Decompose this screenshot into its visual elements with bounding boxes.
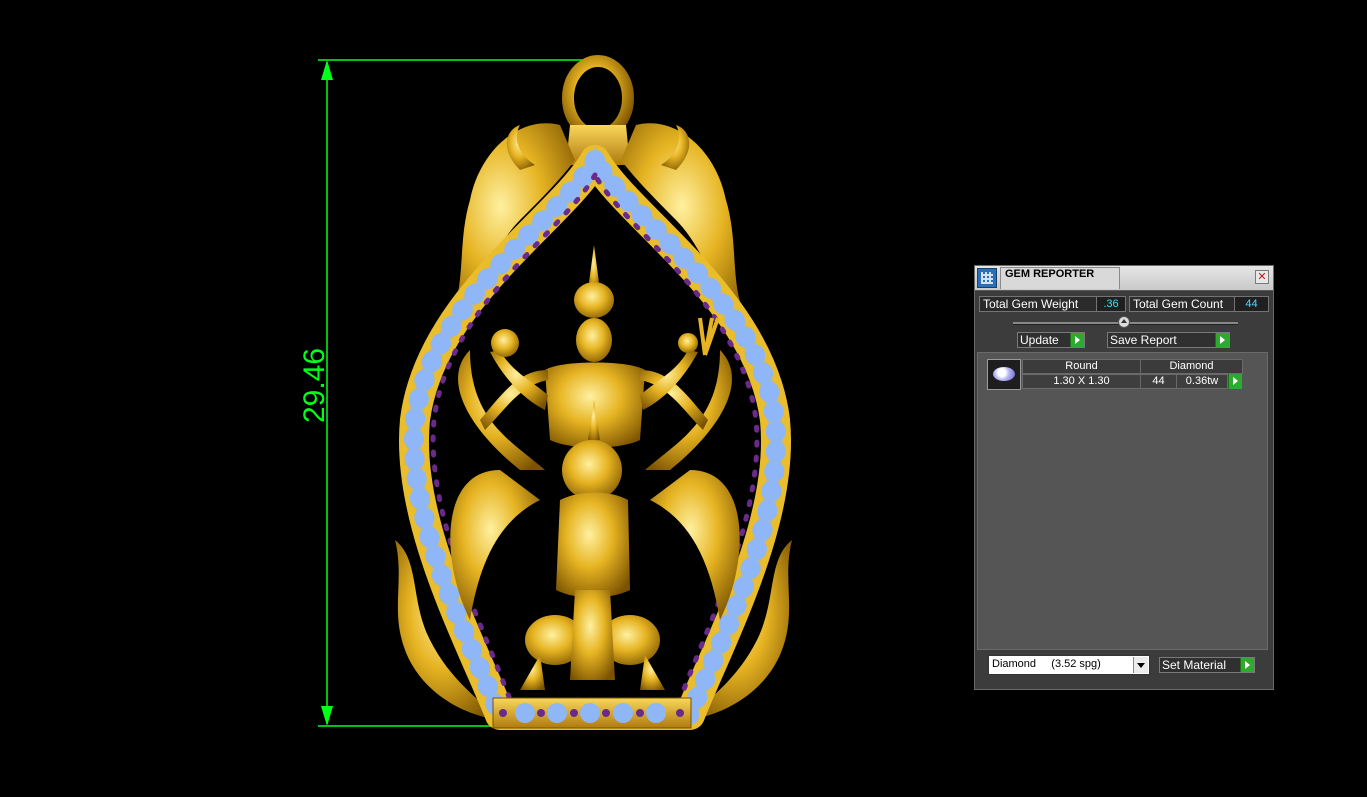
gem-thumbnail-icon <box>987 359 1021 390</box>
gem-reporter-titlebar[interactable]: GEM REPORTER ✕ <box>975 266 1273 291</box>
gem-list: Round Diamond 1.30 X 1.30 44 0.36tw <box>977 352 1268 650</box>
save-report-button[interactable]: Save Report <box>1107 332 1230 348</box>
gem-shape: Round <box>1022 359 1141 374</box>
go-arrow-icon[interactable] <box>1240 658 1254 672</box>
gem-size: 1.30 X 1.30 <box>1022 374 1141 389</box>
total-gem-weight-value: .36 <box>1096 296 1126 312</box>
go-arrow-icon[interactable] <box>1228 374 1242 389</box>
total-gem-count-value: 44 <box>1234 296 1269 312</box>
gem-reporter-icon <box>977 268 997 288</box>
update-button[interactable]: Update <box>1017 332 1085 348</box>
update-button-label: Update <box>1020 333 1059 347</box>
gem-count: 44 <box>1140 374 1177 389</box>
pendant-base <box>492 697 692 729</box>
close-icon[interactable]: ✕ <box>1255 270 1269 284</box>
go-arrow-icon[interactable] <box>1070 333 1084 347</box>
go-arrow-icon[interactable] <box>1215 333 1229 347</box>
gem-reporter-panel: GEM REPORTER ✕ Total Gem Weight .36 Tota… <box>974 265 1274 690</box>
set-material-button-label: Set Material <box>1162 658 1227 672</box>
material-select-value: Diamond (3.52 spg) <box>992 658 1101 670</box>
gem-weight: 0.36tw <box>1176 374 1228 389</box>
set-material-button[interactable]: Set Material <box>1159 657 1255 673</box>
slider-knob-icon[interactable] <box>1118 316 1130 328</box>
dropdown-arrow-icon[interactable] <box>1133 657 1148 673</box>
panel-title: GEM REPORTER <box>1005 268 1095 280</box>
material-select[interactable]: Diamond (3.52 spg) <box>988 655 1150 675</box>
height-dimension-label: 29.46 <box>298 347 331 423</box>
deity-figure <box>450 245 740 690</box>
gem-material: Diamond <box>1140 359 1243 374</box>
save-report-button-label: Save Report <box>1110 333 1177 347</box>
